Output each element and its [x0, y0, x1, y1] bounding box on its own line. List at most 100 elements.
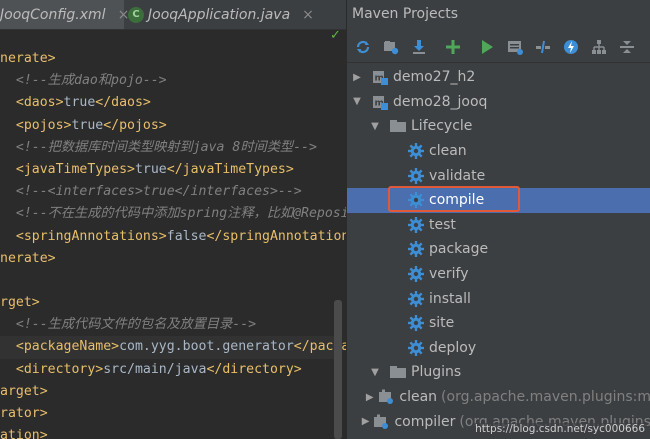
xml-tag: </javaTimeTypes>: [166, 161, 294, 177]
tree-item-package[interactable]: package: [347, 237, 650, 262]
tab-jooqconfig-xml[interactable]: JooqConfig.xml ×: [0, 0, 129, 29]
code-line[interactable]: <!--生成代码文件的包名及放置目录-->: [0, 314, 340, 336]
execute-goal-button[interactable]: [504, 36, 526, 58]
tree-item-clean[interactable]: clean: [347, 139, 650, 164]
collapse-all-button[interactable]: [616, 36, 638, 58]
code-line[interactable]: <packageName>com.yyg.boot.generator</pac…: [0, 336, 346, 359]
run-maven-build-button[interactable]: [476, 36, 498, 58]
gear-icon: [407, 240, 425, 258]
code-editor[interactable]: JooqConfig.xml × C JooqApplication.java …: [0, 0, 346, 439]
maven-module-icon: m: [371, 93, 389, 111]
code-line[interactable]: ation>: [0, 425, 340, 439]
gear-icon: [407, 290, 425, 308]
code-line[interactable]: <!--把数据库时间类型映射到java 8时间类型-->: [0, 137, 340, 159]
editor-tab-bar: JooqConfig.xml × C JooqApplication.java …: [0, 0, 346, 30]
tab-jooqapplication-java[interactable]: C JooqApplication.java ×: [128, 0, 346, 29]
tree-item-label: compiler: [394, 413, 456, 430]
generate-sources-button[interactable]: [380, 36, 402, 58]
tree-item-label: demo27_h2: [393, 69, 476, 86]
code-line[interactable]: <daos>true</daos>: [0, 92, 340, 114]
tree-item-test[interactable]: test: [347, 213, 650, 238]
xml-tag: <packageName>: [15, 339, 120, 355]
gear-icon: [407, 142, 425, 160]
gear-icon: [407, 314, 425, 332]
xml-tag: nerate>: [0, 51, 56, 66]
tree-item-label: site: [429, 315, 455, 332]
tree-item-demo27-h2[interactable]: ▶ m demo27_h2: [347, 65, 650, 90]
code-line[interactable]: <directory>src/main/java</directory>: [0, 359, 340, 381]
code-line[interactable]: nerate>: [0, 248, 340, 270]
code-line[interactable]: nerate>: [0, 48, 340, 70]
tree-item-label: deploy: [429, 339, 477, 356]
generate-sources-icon: [384, 41, 399, 55]
tree-item-site[interactable]: site: [347, 311, 650, 336]
spring-boot-class-icon: C: [128, 6, 144, 23]
expand-arrow-right-icon[interactable]: ▶: [351, 72, 363, 83]
tree-item-plugins[interactable]: ▼ Plugins: [347, 360, 650, 385]
watermark-text: https://blog.csdn.net/syc000666: [473, 423, 647, 435]
add-maven-project-button[interactable]: [442, 36, 464, 58]
skip-tests-button[interactable]: [560, 36, 582, 58]
tree-item-demo28-jooq[interactable]: ▼ m demo28_jooq: [347, 90, 650, 115]
gear-icon: [407, 339, 425, 357]
code-line[interactable]: rator>: [0, 403, 340, 425]
expand-arrow-right-icon[interactable]: ▶: [362, 416, 370, 427]
xml-tag: <directory>: [15, 361, 104, 377]
code-line[interactable]: <!--生成dao和pojo-->: [0, 70, 340, 92]
code-line[interactable]: <pojos>true</pojos>: [0, 115, 340, 137]
plugin-icon: [372, 413, 390, 431]
tree-item-deploy[interactable]: deploy: [347, 336, 650, 361]
code-line[interactable]: <!--不在生成的代码中添加spring注释，比如@Repository: [0, 203, 346, 225]
xml-tag: rget>: [0, 295, 40, 311]
download-icon: [413, 40, 425, 54]
tree-item-lifecycle[interactable]: ▼ Lifecycle: [347, 114, 650, 139]
collapse-all-icon: [620, 41, 634, 53]
code-line[interactable]: arget>: [0, 381, 340, 403]
download-sources-button[interactable]: [408, 36, 430, 58]
reimport-button[interactable]: [352, 36, 374, 58]
code-area[interactable]: nerate> <!--生成dao和pojo--> <daos>true</da…: [0, 48, 346, 439]
tab-label: JooqConfig.xml: [0, 6, 106, 23]
toggle-offline-button[interactable]: [532, 36, 554, 58]
expand-arrow-down-icon[interactable]: ▼: [351, 96, 363, 107]
code-line[interactable]: <!--<interfaces>true</interfaces>-->: [0, 181, 340, 203]
execute-goal-icon: [508, 41, 523, 55]
panel-title: Maven Projects: [352, 6, 459, 22]
plugin-icon: [377, 388, 395, 406]
close-tab-icon[interactable]: ×: [302, 7, 314, 23]
expand-arrow-down-icon[interactable]: ▼: [369, 367, 381, 378]
code-comment: <!--生成dao和pojo-->: [0, 73, 167, 89]
expand-arrow-right-icon[interactable]: ▶: [366, 392, 374, 403]
code-line[interactable]: [0, 270, 340, 292]
tree-item-label: clean: [399, 389, 438, 406]
code-line[interactable]: <springAnnotations>false</springAnnotati…: [0, 226, 346, 248]
tree-item-install[interactable]: install: [347, 286, 650, 311]
maven-module-icon: m: [371, 68, 389, 86]
code-text: src/main/java: [103, 361, 207, 377]
code-text: true: [134, 161, 167, 177]
tree-item-compile[interactable]: compile: [347, 186, 650, 213]
gear-icon: [407, 167, 425, 185]
tree-item-label: install: [429, 290, 471, 307]
code-line[interactable]: rget>: [0, 292, 340, 314]
tree-item-validate[interactable]: validate: [347, 163, 650, 188]
code-comment: <!--生成代码文件的包名及放置目录-->: [0, 317, 257, 333]
code-text: true: [63, 95, 96, 111]
tree-item-verify[interactable]: verify: [347, 262, 650, 287]
xml-tag: ation>: [0, 428, 48, 439]
maven-toolbar: [347, 32, 650, 63]
xml-tag: <springAnnotations>: [15, 228, 167, 244]
expand-arrow-down-icon[interactable]: ▼: [369, 121, 381, 132]
tree-item-clean[interactable]: ▶ clean (org.apache.maven.plugins:m: [347, 385, 650, 410]
code-line[interactable]: <javaTimeTypes>true</javaTimeTypes>: [0, 159, 340, 181]
show-dependencies-button[interactable]: [588, 36, 610, 58]
editor-scrollbar[interactable]: [334, 300, 342, 439]
folder-icon: [389, 363, 407, 381]
plugin-coordinates: (org.apache.maven.plugins:m: [441, 389, 650, 406]
highlight-outline: [388, 186, 520, 212]
xml-tag: </directory>: [206, 361, 302, 377]
add-project-icon: [446, 40, 460, 54]
xml-tag: </daos>: [95, 95, 151, 111]
